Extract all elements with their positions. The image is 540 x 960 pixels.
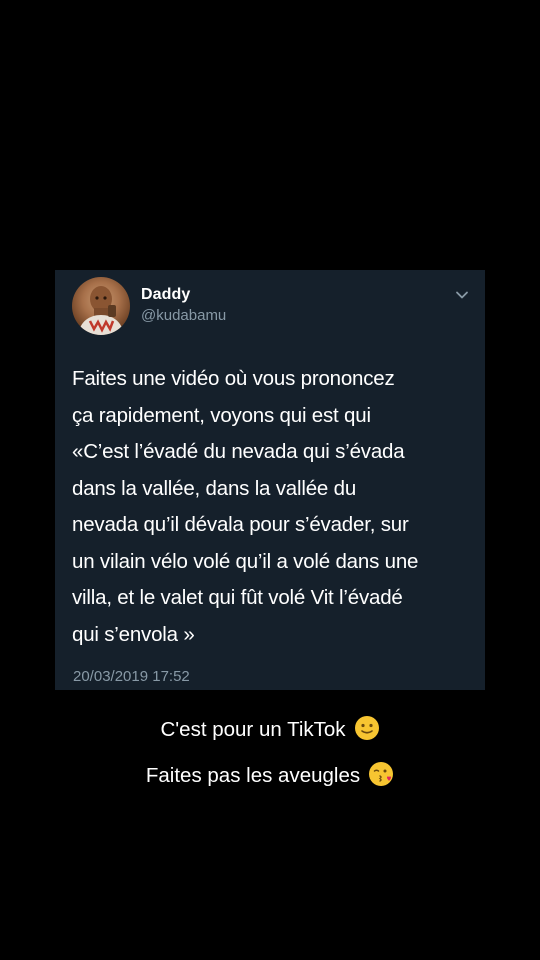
slightly-smiling-face-emoji-icon (354, 715, 380, 747)
caption-text: C'est pour un TikTok (160, 718, 346, 741)
tweet-text-line: Faites une vidéo où vous prononcez (72, 367, 395, 390)
tweet-card[interactable]: Daddy @kudabamu Faites une vidéo où vous… (55, 270, 485, 690)
caption-line-1: C'est pour un TikTok (0, 715, 540, 747)
caption-line-2: Faites pas les aveugles (0, 761, 540, 793)
user-handle[interactable]: @kudabamu (141, 307, 226, 324)
tweet-text-line: un vilain vélo volé qu’il a volé dans un… (72, 549, 419, 573)
chevron-down-icon[interactable] (453, 286, 471, 304)
tweet-text-line: qui s’envola » (72, 622, 195, 646)
avatar-image (78, 286, 124, 335)
caption-text: Faites pas les aveugles (145, 764, 361, 787)
tweet-text: Faites une vidéo où vous prononcez ça ra… (72, 361, 477, 653)
avatar[interactable] (72, 277, 130, 335)
tweet-text-line: ça rapidement, voyons qui est qui (72, 403, 371, 427)
tweet-text-line: villa, et le valet qui fût volé Vit l’év… (72, 586, 403, 609)
display-name[interactable]: Daddy (141, 286, 190, 304)
tweet-text-line: dans la vallée, dans la vallée du (72, 476, 357, 500)
face-blowing-kiss-emoji-icon (368, 761, 394, 793)
tweet-text-line: «C’est l’évadé du nevada qui s’évada (72, 440, 405, 463)
tweet-text-line: nevada qu’il dévala pour s’évader, sur (72, 513, 409, 536)
tweet-timestamp[interactable]: 20/03/2019 17:52 (73, 668, 190, 685)
